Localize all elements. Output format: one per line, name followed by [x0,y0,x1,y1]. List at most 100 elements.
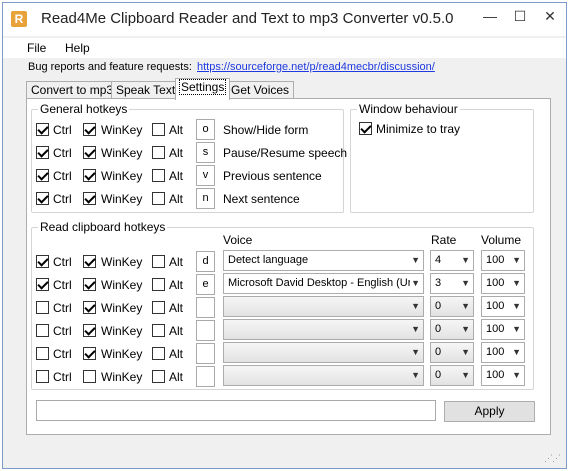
clipboard-hotkey-ctrl-checkbox[interactable] [36,278,49,291]
volume-select[interactable]: 100 ▼ [481,250,525,271]
general-hotkey-ctrl-checkbox[interactable] [36,146,49,159]
minimize-button[interactable]: — [475,3,505,29]
close-button[interactable]: ✕ [535,3,565,29]
clipboard-hotkey-ctrl-checkbox[interactable] [36,370,49,383]
clipboard-hotkey-key-input[interactable]: e [196,274,215,295]
clipboard-hotkey-alt-checkbox[interactable] [152,324,165,337]
clipboard-hotkey-alt-checkbox[interactable] [152,301,165,314]
maximize-button[interactable]: ☐ [505,3,535,29]
clipboard-hotkey-winkey-checkbox[interactable] [83,301,96,314]
general-hotkey-winkey-checkbox[interactable] [83,169,96,182]
status-bar: ⋰⋰ [3,443,566,468]
title-bar: R Read4Me Clipboard Reader and Text to m… [3,3,566,36]
tab-speak-text[interactable]: Speak Text [111,81,181,99]
text-input[interactable] [36,400,436,421]
window-behaviour-title: Window behaviour [357,102,460,116]
rate-select[interactable]: 0 ▼ [430,319,474,340]
general-hotkey-winkey-label: WinKey [101,146,143,160]
clipboard-hotkey-ctrl-label: Ctrl [53,370,72,384]
volume-column-header: Volume [481,233,522,247]
clipboard-hotkey-alt-checkbox[interactable] [152,347,165,360]
clipboard-hotkey-ctrl-checkbox[interactable] [36,324,49,337]
general-hotkey-winkey-checkbox[interactable] [83,123,96,136]
menu-help[interactable]: Help [65,41,90,55]
general-hotkey-winkey-checkbox[interactable] [83,146,96,159]
clipboard-hotkey-key-input[interactable]: d [196,251,215,272]
general-hotkey-winkey-checkbox[interactable] [83,192,96,205]
clipboard-hotkey-key-input[interactable] [196,297,215,318]
clipboard-hotkey-winkey-checkbox[interactable] [83,278,96,291]
menu-file[interactable]: File [27,41,46,55]
clipboard-hotkey-winkey-checkbox[interactable] [83,347,96,360]
clipboard-hotkey-key-input[interactable] [196,366,215,387]
clipboard-hotkey-key-input[interactable] [196,320,215,341]
clipboard-hotkey-alt-checkbox[interactable] [152,278,165,291]
clipboard-hotkeys-title: Read clipboard hotkeys [38,220,168,234]
general-hotkey-alt-checkbox[interactable] [152,123,165,136]
clipboard-hotkey-ctrl-checkbox[interactable] [36,347,49,360]
tab-convert-to-mp3[interactable]: Convert to mp3 [26,81,119,99]
tab-settings[interactable]: Settings [175,78,231,100]
clipboard-hotkey-key-input[interactable] [196,343,215,364]
clipboard-hotkey-winkey-label: WinKey [101,255,143,269]
resize-grip-icon[interactable]: ⋰⋰ [544,453,561,464]
clipboard-hotkey-alt-label: Alt [169,278,184,292]
clipboard-hotkey-winkey-checkbox[interactable] [83,370,96,383]
rate-select[interactable]: 0 ▼ [430,342,474,363]
voice-select[interactable]: Microsoft David Desktop - English (Ur ▼ [223,273,424,294]
rate-select[interactable]: 3 ▼ [430,273,474,294]
clipboard-hotkey-ctrl-label: Ctrl [53,347,72,361]
general-hotkey-ctrl-label: Ctrl [53,123,72,137]
clipboard-hotkey-alt-label: Alt [169,255,184,269]
chevron-down-icon: ▼ [512,370,521,380]
clipboard-hotkey-alt-checkbox[interactable] [152,370,165,383]
volume-select[interactable]: 100 ▼ [481,365,525,386]
voice-select[interactable]: Detect language ▼ [223,250,424,271]
general-hotkey-winkey-label: WinKey [101,123,143,137]
clipboard-hotkey-winkey-checkbox[interactable] [83,324,96,337]
clipboard-hotkey-ctrl-checkbox[interactable] [36,301,49,314]
clipboard-hotkey-winkey-checkbox[interactable] [83,255,96,268]
voice-select[interactable]: ▼ [223,319,424,340]
general-hotkey-key-input[interactable]: o [196,119,215,140]
general-hotkey-key-input[interactable]: n [196,188,215,209]
minimize-to-tray-checkbox[interactable] [359,122,372,135]
general-hotkey-ctrl-checkbox[interactable] [36,169,49,182]
clipboard-hotkey-alt-checkbox[interactable] [152,255,165,268]
general-hotkey-winkey-label: WinKey [101,169,143,183]
general-hotkey-alt-checkbox[interactable] [152,169,165,182]
volume-select[interactable]: 100 ▼ [481,273,525,294]
tab-get-voices[interactable]: Get Voices [226,81,295,99]
rate-select[interactable]: 0 ▼ [430,365,474,386]
chevron-down-icon: ▼ [411,324,420,334]
chevron-down-icon: ▼ [512,255,521,265]
clipboard-hotkey-winkey-label: WinKey [101,370,143,384]
general-hotkey-alt-checkbox[interactable] [152,192,165,205]
volume-select[interactable]: 100 ▼ [481,319,525,340]
general-hotkey-key-input[interactable]: s [196,142,215,163]
clipboard-hotkey-winkey-label: WinKey [101,324,143,338]
apply-button[interactable]: Apply [444,401,535,422]
general-hotkey-ctrl-label: Ctrl [53,169,72,183]
general-hotkey-ctrl-checkbox[interactable] [36,123,49,136]
general-hotkey-alt-checkbox[interactable] [152,146,165,159]
rate-select[interactable]: 0 ▼ [430,296,474,317]
chevron-down-icon: ▼ [461,324,470,334]
chevron-down-icon: ▼ [461,255,470,265]
general-hotkey-action: Pause/Resume speech [223,146,348,160]
volume-select[interactable]: 100 ▼ [481,296,525,317]
clipboard-hotkey-ctrl-checkbox[interactable] [36,255,49,268]
rate-select[interactable]: 4 ▼ [430,250,474,271]
volume-select[interactable]: 100 ▼ [481,342,525,363]
general-hotkey-key-input[interactable]: v [196,165,215,186]
voice-select[interactable]: ▼ [223,365,424,386]
voice-select[interactable]: ▼ [223,296,424,317]
voice-select[interactable]: ▼ [223,342,424,363]
bug-report-link[interactable]: https://sourceforge.net/p/read4mecbr/dis… [197,61,435,73]
chevron-down-icon: ▼ [461,301,470,311]
clipboard-hotkey-ctrl-label: Ctrl [53,255,72,269]
general-hotkey-action: Show/Hide form [223,123,309,137]
clipboard-hotkey-winkey-label: WinKey [101,278,143,292]
clipboard-hotkey-alt-label: Alt [169,347,184,361]
general-hotkey-ctrl-checkbox[interactable] [36,192,49,205]
